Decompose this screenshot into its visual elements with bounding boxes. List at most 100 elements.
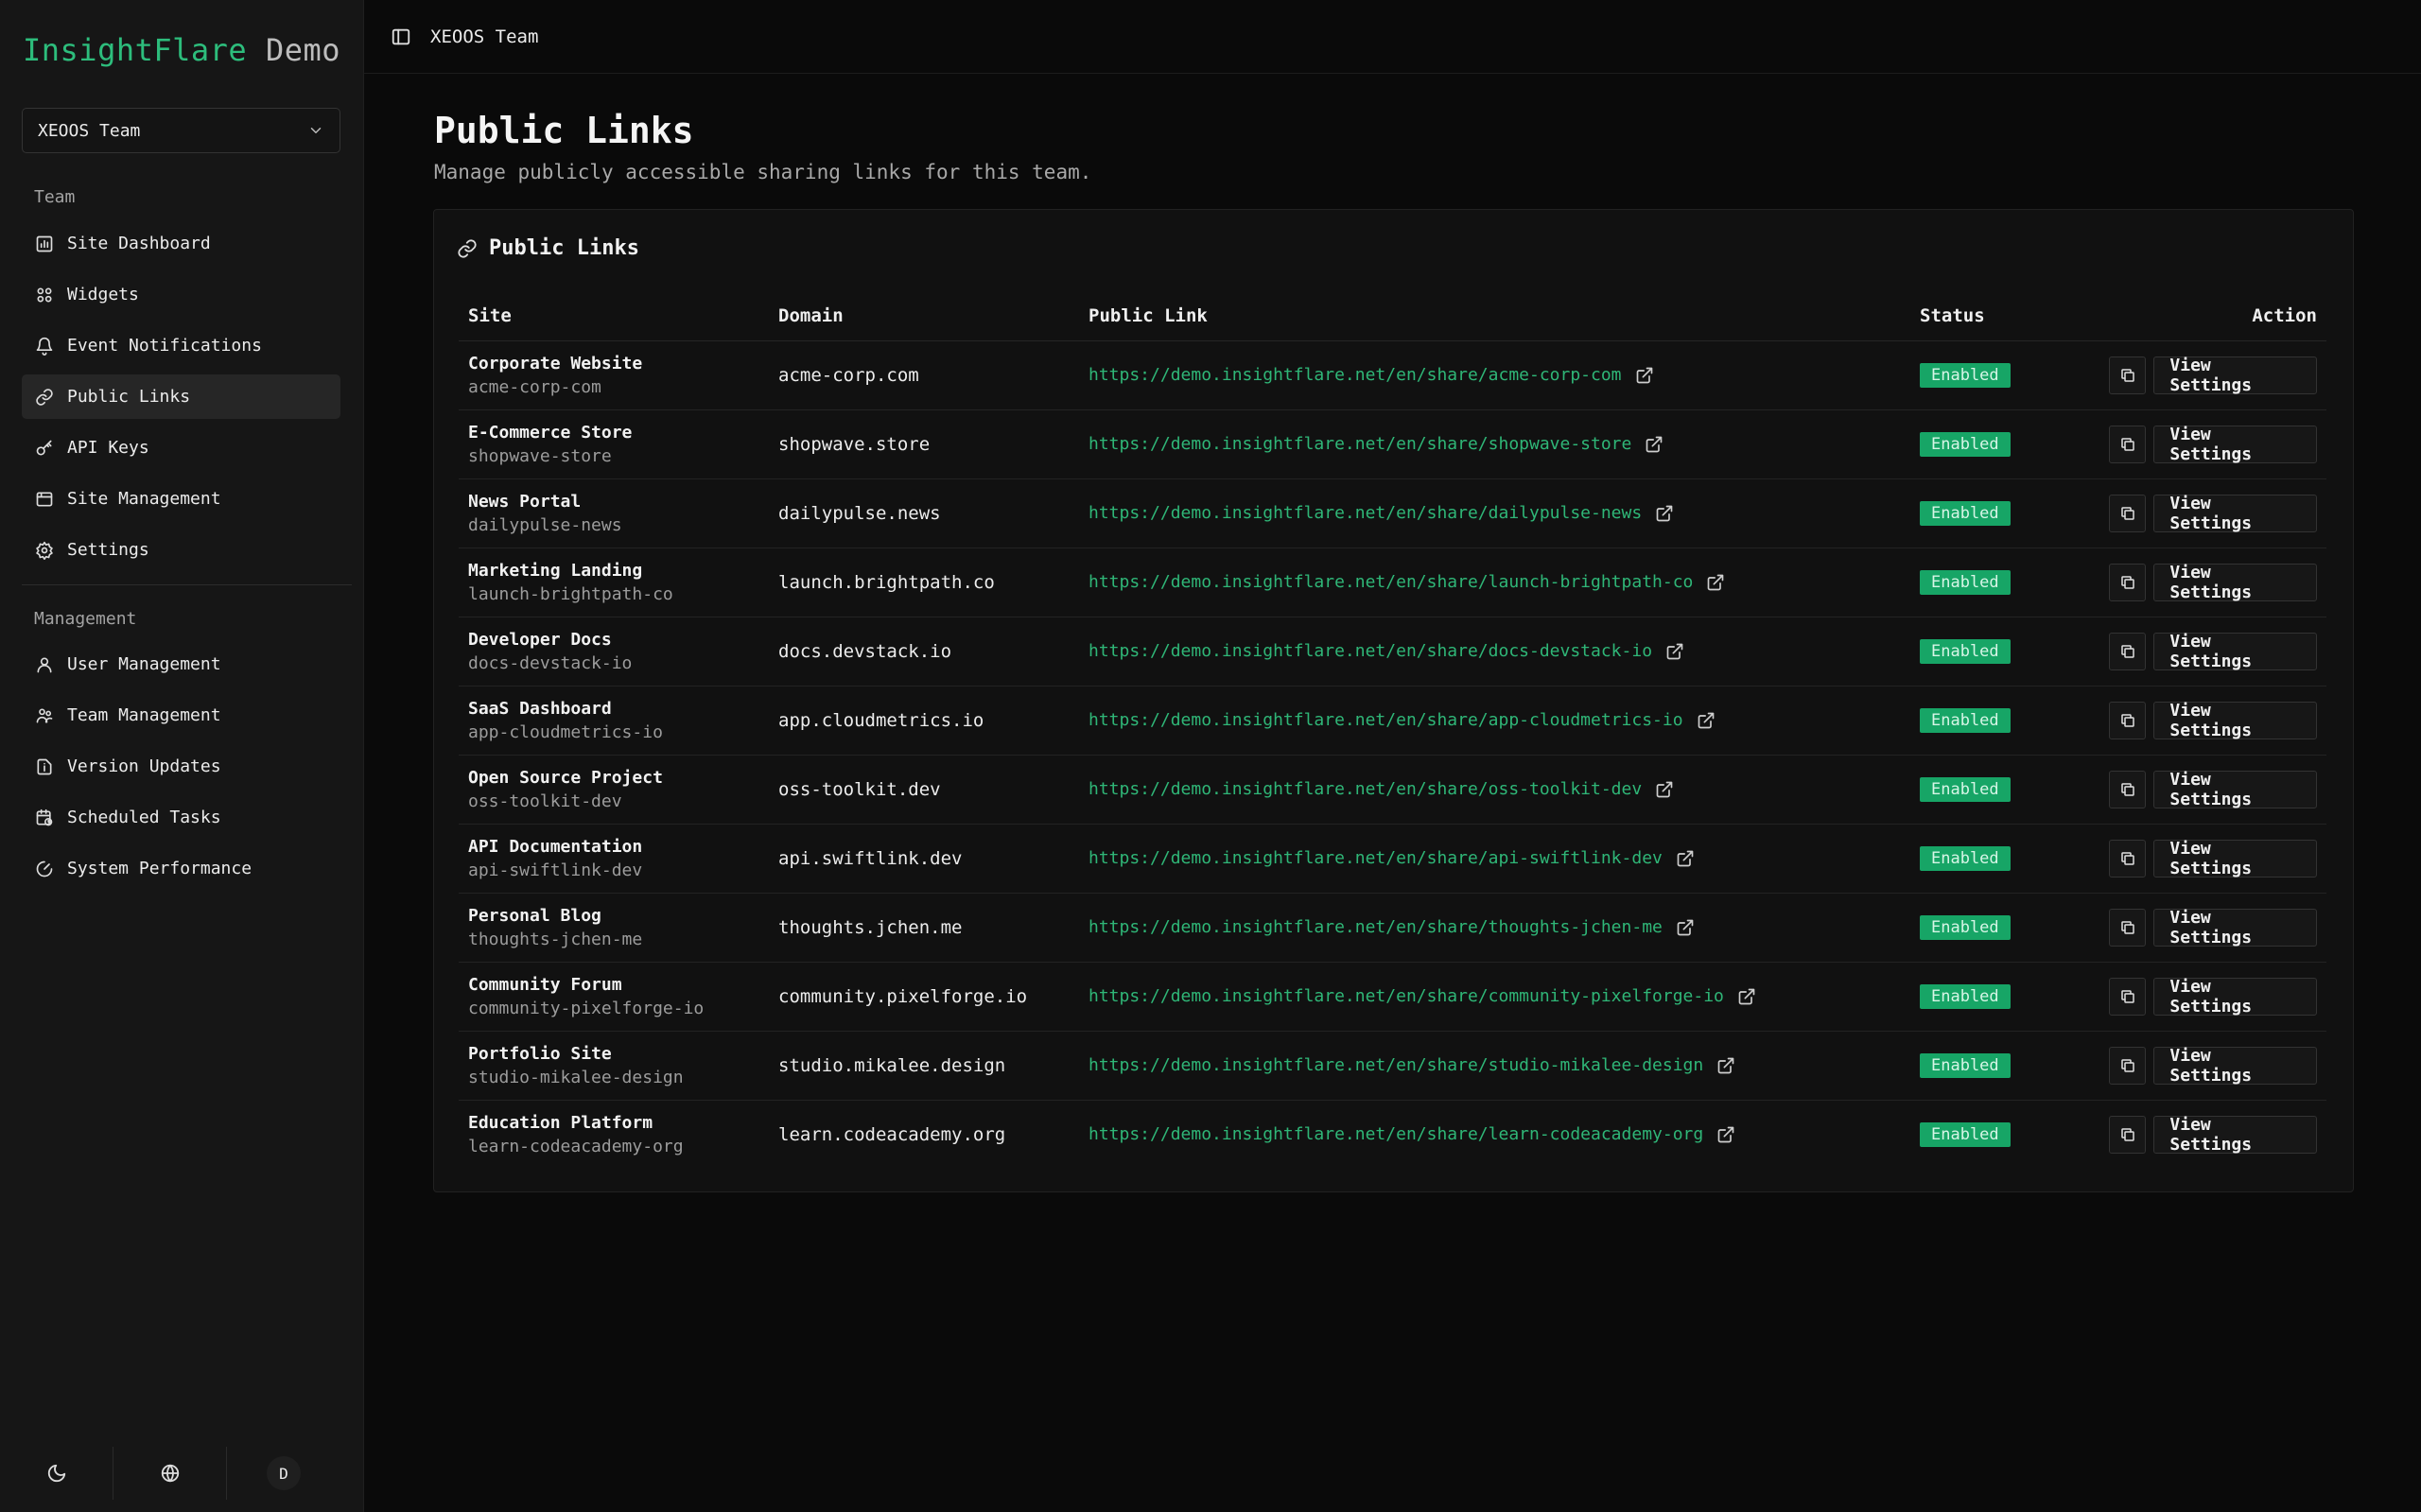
- external-link-icon[interactable]: [1655, 504, 1674, 523]
- copy-link-button[interactable]: [2109, 770, 2147, 808]
- cell-site: E-Commerce Store shopwave-store: [459, 409, 769, 479]
- sidebar-item-team-management[interactable]: Team Management: [22, 693, 340, 738]
- cell-domain: launch.brightpath.co: [769, 547, 1079, 617]
- public-link[interactable]: https://demo.insightflare.net/en/share/a…: [1089, 710, 1683, 730]
- page-subtitle: Manage publicly accessible sharing links…: [434, 161, 1092, 183]
- view-settings-button[interactable]: View Settings: [2153, 425, 2317, 464]
- view-settings-button[interactable]: View Settings: [2153, 563, 2317, 602]
- widgets-icon: [37, 287, 52, 302]
- site-slug: app-cloudmetrics-io: [468, 721, 663, 742]
- cell-status: Enabled: [1910, 617, 2099, 686]
- external-link-icon[interactable]: [1716, 1056, 1735, 1075]
- site-name: News Portal: [468, 491, 582, 512]
- copy-icon: [2120, 851, 2134, 865]
- table-row: API Documentation api-swiftlink-dev api.sw…: [459, 824, 2326, 894]
- table-row: SaaS Dashboard app-cloudmetrics-io app.clo…: [459, 686, 2326, 756]
- external-link-icon[interactable]: [1676, 849, 1695, 868]
- site-slug: thoughts-jchen-me: [468, 929, 643, 949]
- cell-domain: api.swiftlink.dev: [769, 824, 1079, 894]
- public-link[interactable]: https://demo.insightflare.net/en/share/l…: [1089, 1124, 1703, 1144]
- sidebar-item-event-notifications[interactable]: Event Notifications: [22, 323, 340, 368]
- key-icon: [36, 440, 52, 455]
- view-settings-button[interactable]: View Settings: [2153, 977, 2317, 1017]
- column-header-domain: Domain: [769, 291, 1079, 341]
- copy-link-button[interactable]: [2109, 563, 2147, 601]
- view-settings-button[interactable]: View Settings: [2153, 1115, 2317, 1155]
- cell-status: Enabled: [1910, 547, 2099, 617]
- page-title: Public Links: [434, 110, 694, 151]
- sidebar-item-scheduled-tasks[interactable]: Scheduled Tasks: [22, 795, 340, 840]
- cell-public-link: https://demo.insightflare.net/en/share/s…: [1079, 409, 1910, 479]
- sidebar-item-api-keys[interactable]: API Keys: [22, 426, 340, 470]
- cell-domain: acme-corp.com: [769, 340, 1079, 410]
- view-settings-button[interactable]: View Settings: [2153, 908, 2317, 947]
- external-link-icon[interactable]: [1697, 711, 1716, 730]
- language-button[interactable]: [113, 1447, 227, 1500]
- brand-logo[interactable]: InsightFlare Demo: [23, 32, 340, 68]
- copy-link-button[interactable]: [2109, 425, 2147, 463]
- site-name: Portfolio Site: [468, 1043, 612, 1064]
- copy-link-button[interactable]: [2109, 977, 2147, 1016]
- copy-link-button[interactable]: [2109, 701, 2147, 739]
- public-link[interactable]: https://demo.insightflare.net/en/share/s…: [1089, 434, 1631, 454]
- view-settings-button[interactable]: View Settings: [2153, 701, 2317, 740]
- view-settings-button[interactable]: View Settings: [2153, 770, 2317, 809]
- copy-link-button[interactable]: [2109, 908, 2147, 947]
- sidebar-item-public-links[interactable]: Public Links: [22, 374, 340, 419]
- copy-link-button[interactable]: [2109, 1046, 2147, 1085]
- sidebar-item-site-management[interactable]: Site Management: [22, 477, 340, 521]
- copy-link-button[interactable]: [2109, 632, 2147, 670]
- site-slug: shopwave-store: [468, 445, 612, 466]
- cell-public-link: https://demo.insightflare.net/en/share/s…: [1079, 1031, 1910, 1101]
- public-link[interactable]: https://demo.insightflare.net/en/share/o…: [1089, 779, 1642, 799]
- external-link-icon[interactable]: [1676, 918, 1695, 937]
- copy-link-button[interactable]: [2109, 839, 2147, 878]
- table-row: Corporate Website acme-corp-com acme-corp.…: [459, 340, 2326, 410]
- copy-link-button[interactable]: [2109, 356, 2147, 394]
- copy-link-button[interactable]: [2109, 494, 2147, 532]
- sidebar-item-site-dashboard[interactable]: Site Dashboard: [22, 221, 340, 266]
- sidebar-item-version-updates[interactable]: Version Updates: [22, 744, 340, 789]
- external-link-icon[interactable]: [1655, 780, 1674, 799]
- sidebar-item-user-management[interactable]: User Management: [22, 642, 340, 686]
- public-link[interactable]: https://demo.insightflare.net/en/share/t…: [1089, 917, 1663, 937]
- external-link-icon[interactable]: [1716, 1125, 1735, 1144]
- view-settings-button[interactable]: View Settings: [2153, 632, 2317, 671]
- external-link-icon[interactable]: [1706, 573, 1725, 592]
- view-settings-button[interactable]: View Settings: [2153, 356, 2317, 395]
- theme-toggle-button[interactable]: [0, 1447, 113, 1500]
- public-link[interactable]: https://demo.insightflare.net/en/share/d…: [1089, 503, 1642, 523]
- public-link[interactable]: https://demo.insightflare.net/en/share/a…: [1089, 848, 1663, 868]
- external-link-icon[interactable]: [1737, 987, 1756, 1006]
- external-link-icon[interactable]: [1635, 366, 1654, 385]
- public-link[interactable]: https://demo.insightflare.net/en/share/d…: [1089, 641, 1652, 661]
- file-info-icon: [37, 758, 52, 774]
- public-link[interactable]: https://demo.insightflare.net/en/share/l…: [1089, 572, 1693, 592]
- view-settings-button[interactable]: View Settings: [2153, 1046, 2317, 1086]
- site-slug: community-pixelforge-io: [468, 998, 705, 1018]
- user-menu-button[interactable]: D: [227, 1447, 340, 1500]
- table-row: Developer Docs docs-devstack-io docs.devst…: [459, 617, 2326, 686]
- view-settings-button[interactable]: View Settings: [2153, 839, 2317, 878]
- public-link[interactable]: https://demo.insightflare.net/en/share/s…: [1089, 1055, 1703, 1075]
- team-select[interactable]: XEOOS Team: [22, 108, 340, 153]
- brand-name: InsightFlare: [23, 32, 248, 68]
- public-link[interactable]: https://demo.insightflare.net/en/share/a…: [1089, 365, 1622, 385]
- external-link-icon[interactable]: [1645, 435, 1663, 454]
- cell-public-link: https://demo.insightflare.net/en/share/a…: [1079, 824, 1910, 894]
- sidebar-divider: [22, 584, 352, 585]
- cell-action: View Settings: [2099, 547, 2326, 617]
- view-settings-button[interactable]: View Settings: [2153, 494, 2317, 533]
- sidebar-item-system-performance[interactable]: System Performance: [22, 846, 340, 891]
- copy-link-button[interactable]: [2109, 1115, 2147, 1154]
- status-badge: Enabled: [1920, 983, 2011, 1009]
- sidebar-item-widgets[interactable]: Widgets: [22, 272, 340, 317]
- sidebar-item-settings[interactable]: Settings: [22, 528, 340, 572]
- column-header-site: Site: [459, 291, 769, 341]
- external-link-icon[interactable]: [1665, 642, 1684, 661]
- cell-domain: studio.mikalee.design: [769, 1031, 1079, 1101]
- globe-icon: [161, 1464, 179, 1483]
- sidebar-toggle-icon[interactable]: [391, 26, 411, 47]
- public-link[interactable]: https://demo.insightflare.net/en/share/c…: [1089, 986, 1724, 1006]
- status-badge: Enabled: [1920, 569, 2011, 595]
